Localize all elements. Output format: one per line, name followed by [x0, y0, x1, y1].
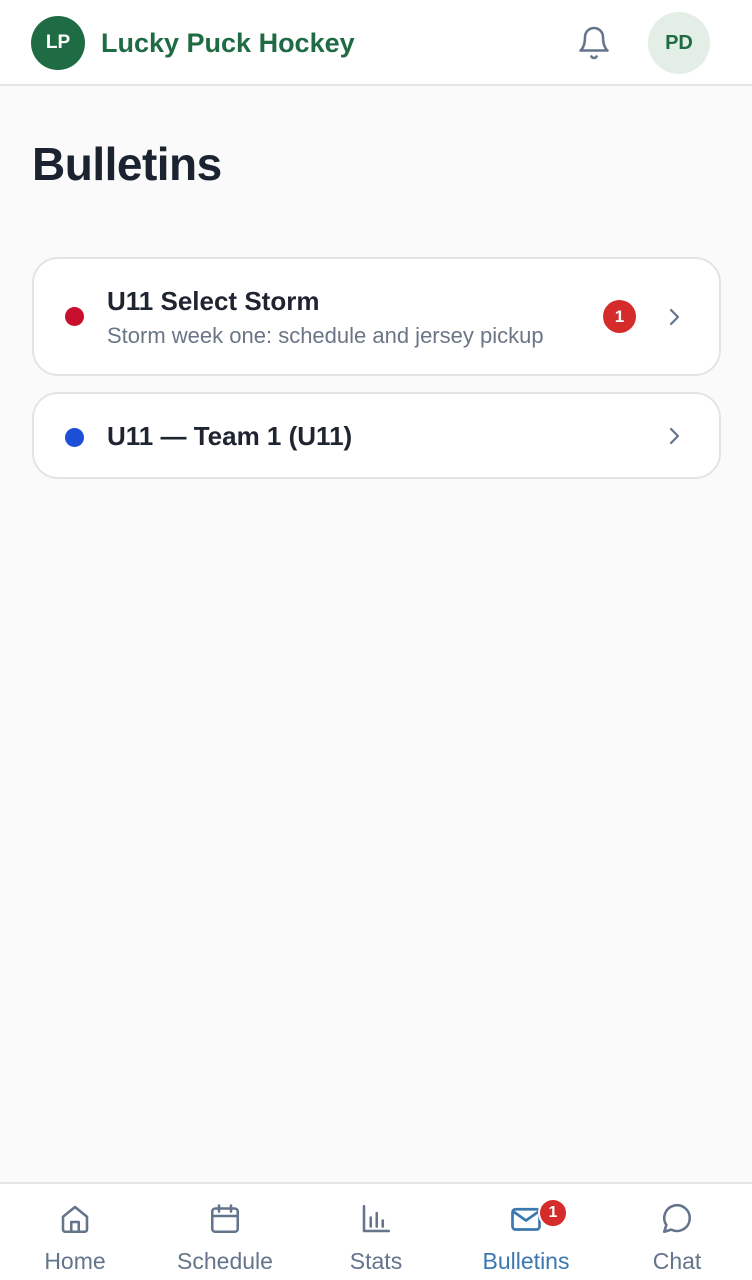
chat-bubble-icon [657, 1199, 697, 1239]
nav-item-bulletins[interactable]: 1 Bulletins [451, 1184, 601, 1280]
team-color-dot [65, 428, 84, 447]
nav-unread-badge: 1 [538, 1198, 568, 1228]
unread-count-badge: 1 [603, 300, 636, 333]
bottom-nav: Home Schedule Stats 1 Bulletins Chat [0, 1182, 752, 1280]
bulletin-team-name: U11 Select Storm [107, 286, 320, 316]
nav-item-schedule[interactable]: Schedule [150, 1184, 300, 1280]
chevron-right-icon [662, 305, 686, 329]
top-bar: LP Lucky Puck Hockey PD [0, 0, 752, 86]
home-icon [55, 1199, 95, 1239]
nav-label: Bulletins [482, 1248, 570, 1274]
nav-label: Chat [652, 1248, 702, 1274]
user-avatar[interactable]: PD [648, 12, 710, 74]
nav-item-stats[interactable]: Stats [301, 1184, 451, 1280]
club-name[interactable]: Lucky Puck Hockey [101, 25, 355, 61]
nav-label: Schedule [177, 1248, 273, 1274]
club-logo[interactable]: LP [31, 16, 85, 70]
calendar-icon [205, 1199, 245, 1239]
app-root: LP Lucky Puck Hockey PD Bulletins U11 Se… [0, 0, 752, 1280]
nav-label: Stats [349, 1248, 403, 1274]
bell-icon [579, 26, 609, 60]
bar-chart-icon [356, 1199, 396, 1239]
notifications-button[interactable] [572, 21, 616, 65]
chevron-right-icon [662, 424, 686, 448]
nav-item-chat[interactable]: Chat [602, 1184, 752, 1280]
team-color-dot [65, 307, 84, 326]
nav-label: Home [44, 1248, 106, 1274]
bulletin-card[interactable]: U11 Select Storm Storm week one: schedul… [32, 257, 721, 376]
bulletin-team-name: U11 — Team 1 (U11) [107, 421, 353, 451]
bulletin-card[interactable]: U11 — Team 1 (U11) [32, 392, 721, 479]
page-title: Bulletins [32, 138, 222, 190]
nav-item-home[interactable]: Home [0, 1184, 150, 1280]
bulletin-preview: Storm week one: schedule and jersey pick… [107, 323, 544, 348]
